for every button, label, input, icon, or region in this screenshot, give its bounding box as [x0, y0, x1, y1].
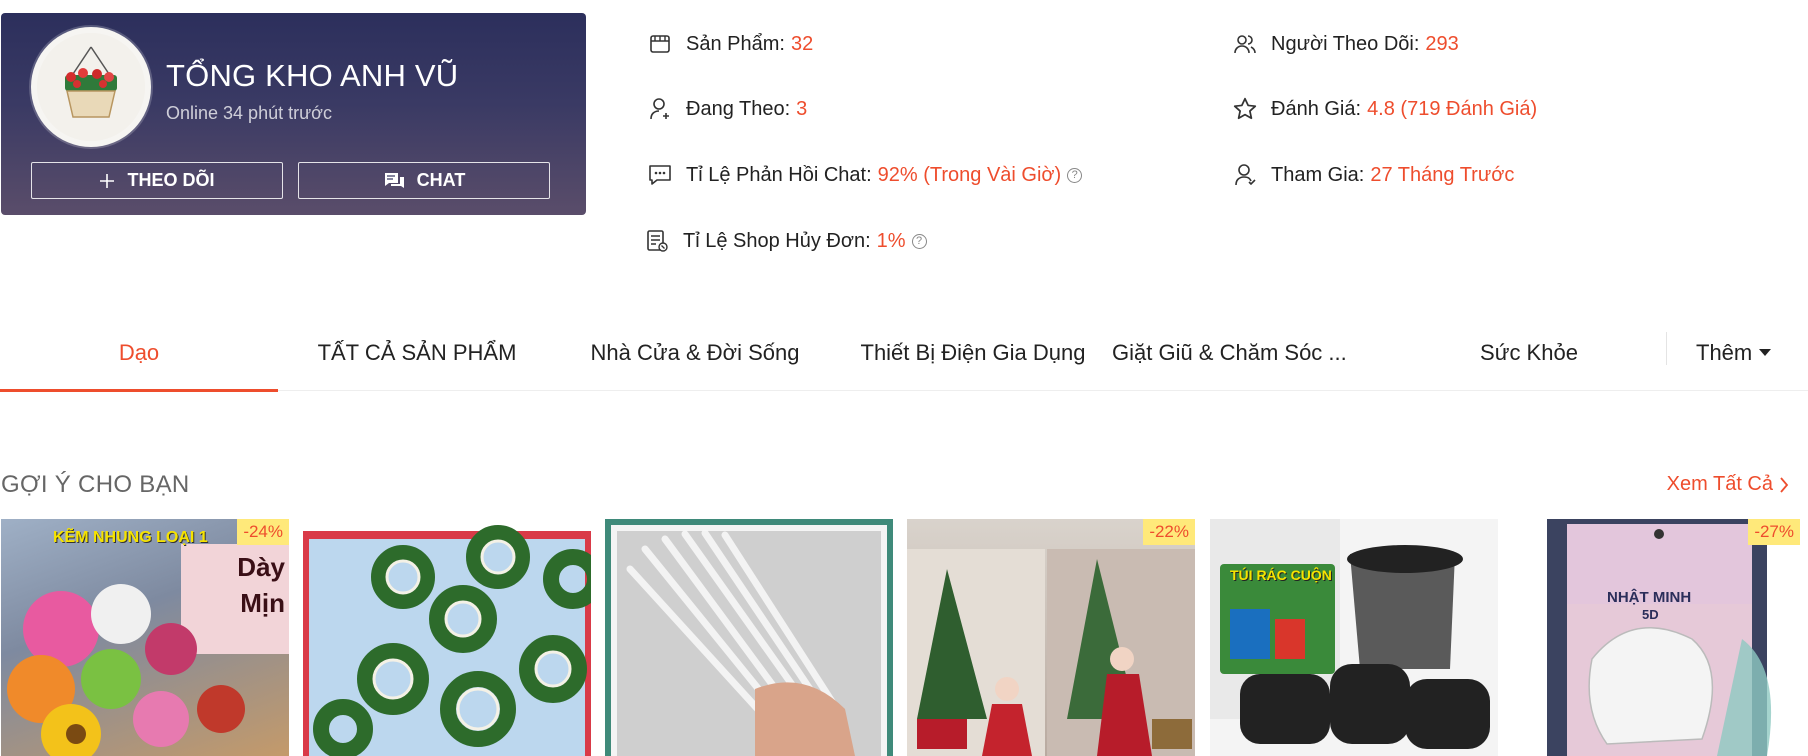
product-card[interactable]	[303, 519, 591, 756]
chat-button[interactable]: CHAT	[298, 162, 550, 199]
section-title: GỢI Ý CHO BẠN	[1, 471, 190, 498]
tab-label: Dạo	[118, 340, 160, 365]
stat-products-label: Sản Phẩm:	[686, 32, 785, 55]
image-side-text-line: Mịn	[240, 588, 285, 618]
follow-button[interactable]: THEO DÕI	[31, 162, 283, 199]
chat-button-label: CHAT	[416, 170, 466, 190]
tab-divider	[1666, 332, 1667, 365]
tab-label: Nhà Cửa & Đời Sống	[590, 340, 800, 365]
caret-down-icon	[1759, 349, 1772, 356]
plus-icon	[100, 173, 115, 188]
user-plus-icon	[646, 95, 674, 123]
shop-online-status: Online 34 phút trước	[166, 103, 332, 123]
image-side-text-line: Dày	[237, 552, 285, 582]
product-image: TÚI RÁC CUỘN	[1210, 519, 1498, 756]
product-image-side-text: Dày Mịn	[237, 549, 285, 621]
tab-health[interactable]: Sức Khỏe	[1390, 315, 1668, 391]
stat-joined: Tham Gia: 27 Tháng Trước	[1231, 161, 1514, 189]
stat-cancel-rate: Tỉ Lệ Shop Hủy Đơn: 1% ?	[643, 227, 927, 255]
discount-badge: -22%	[1143, 519, 1195, 545]
tab-label: Sức Khỏe	[1480, 340, 1578, 365]
stat-cancel-rate-value: 1%	[876, 229, 906, 252]
stat-followers: Người Theo Dõi: 293	[1231, 30, 1459, 58]
stat-rating-value: 4.8 (719 Đánh Giá)	[1367, 97, 1538, 120]
stat-chat-response-value: 92% (Trong Vài Giờ)	[877, 163, 1062, 186]
stat-rating-label: Đánh Giá:	[1271, 97, 1362, 120]
chevron-right-icon	[1780, 476, 1789, 493]
help-icon[interactable]: ?	[1067, 167, 1083, 183]
stat-cancel-rate-label: Tỉ Lệ Shop Hủy Đơn:	[683, 229, 871, 252]
flower-basket-icon	[37, 33, 145, 141]
order-cancel-icon	[643, 227, 671, 255]
more-tabs-dropdown[interactable]: Thêm	[1696, 315, 1772, 391]
tab-home-living[interactable]: Nhà Cửa & Đời Sống	[556, 315, 834, 391]
product-card[interactable]	[605, 519, 893, 756]
follow-button-label: THEO DÕI	[127, 170, 215, 190]
followers-icon	[1231, 30, 1259, 58]
discount-badge: -24%	[237, 519, 289, 545]
user-check-icon	[1231, 161, 1259, 189]
product-card[interactable]: -22%	[907, 519, 1195, 756]
tab-all-products[interactable]: TẤT CẢ SẢN PHẨM	[278, 315, 556, 391]
product-image-caption: TÚI RÁC CUỘN	[1230, 567, 1332, 583]
stat-chat-response-label: Tỉ Lệ Phản Hồi Chat:	[686, 163, 872, 186]
tab-laundry-care[interactable]: Giặt Giũ & Chăm Sóc ...	[1112, 315, 1372, 391]
discount-badge: -27%	[1748, 519, 1800, 545]
stat-products-value: 32	[790, 32, 814, 55]
stat-products: Sản Phẩm: 32	[646, 30, 813, 58]
stat-following-label: Đang Theo:	[686, 97, 791, 120]
product-image-caption: KẼM NHUNG LOẠI 1	[53, 529, 208, 546]
stat-followers-label: Người Theo Dõi:	[1271, 32, 1420, 55]
tab-home-appliances[interactable]: Thiết Bị Điện Gia Dụng	[834, 315, 1112, 391]
tab-label: Thiết Bị Điện Gia Dụng	[860, 340, 1086, 365]
see-all-label: Xem Tất Cả	[1666, 473, 1773, 495]
see-all-link[interactable]: Xem Tất Cả	[1667, 473, 1789, 496]
shop-name: TỔNG KHO ANH VŨ	[166, 58, 459, 93]
stat-following-value: 3	[796, 97, 808, 120]
stat-joined-value: 27 Tháng Trước	[1370, 163, 1515, 186]
chat-icon	[383, 172, 404, 188]
product-card[interactable]: TÚI RÁC CUỘN	[1210, 519, 1498, 756]
stat-chat-response: Tỉ Lệ Phản Hồi Chat: 92% (Trong Vài Giờ)…	[646, 161, 1083, 189]
stat-rating: Đánh Giá: 4.8 (719 Đánh Giá)	[1231, 95, 1537, 123]
stat-joined-label: Tham Gia:	[1271, 163, 1365, 186]
chat-bubble-icon	[646, 161, 674, 189]
store-icon	[646, 30, 674, 58]
product-image	[907, 519, 1195, 756]
product-card[interactable]: NHẬT MINH 5D -27%	[1512, 519, 1800, 756]
product-image	[605, 519, 893, 756]
product-image-subcaption: 5D	[1642, 607, 1659, 622]
product-image: KẼM NHUNG LOẠI 1 Dày Mịn	[1, 519, 289, 756]
product-image-caption: NHẬT MINH	[1607, 589, 1692, 606]
help-icon[interactable]: ?	[911, 233, 927, 249]
shop-tab-bar: Dạo TẤT CẢ SẢN PHẨM Nhà Cửa & Đời Sống T…	[0, 315, 1808, 392]
product-image	[303, 519, 591, 756]
shop-avatar[interactable]	[31, 27, 151, 147]
tab-dao[interactable]: Dạo	[0, 315, 278, 392]
tab-label: Giặt Giũ & Chăm Sóc ...	[1112, 340, 1347, 365]
tab-label: TẤT CẢ SẢN PHẨM	[317, 340, 517, 365]
stat-followers-value: 293	[1425, 32, 1459, 55]
more-label: Thêm	[1696, 340, 1753, 365]
product-image: NHẬT MINH 5D	[1512, 519, 1800, 756]
stat-following: Đang Theo: 3	[646, 95, 807, 123]
product-card[interactable]: KẼM NHUNG LOẠI 1 Dày Mịn -24%	[1, 519, 289, 756]
star-icon	[1231, 95, 1259, 123]
shop-header-card: TỔNG KHO ANH VŨ Online 34 phút trước THE…	[1, 13, 586, 215]
